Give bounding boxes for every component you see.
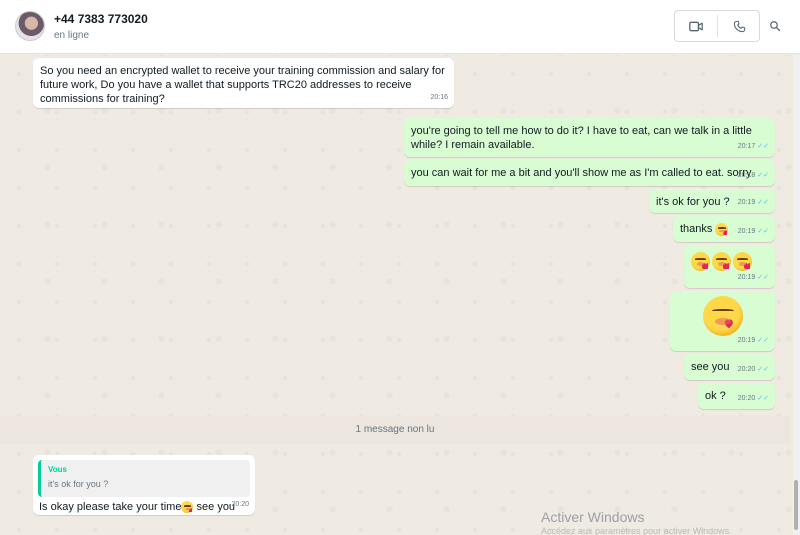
- message-time: 20:19: [737, 337, 756, 344]
- chat-header: +44 7383 773020 en ligne: [0, 0, 800, 54]
- message-text: So you need an encrypted wallet to recei…: [40, 65, 445, 105]
- search-icon: [770, 21, 781, 32]
- double-check-icon: ✓✓: [757, 143, 769, 150]
- message-bubble-outgoing[interactable]: it's ok for you ? 20:19 ✓✓: [649, 189, 775, 213]
- emoji-row: [691, 252, 752, 271]
- message-time: 20:20: [737, 395, 756, 402]
- kiss-emoji-icon: [703, 296, 743, 336]
- message-bubble-outgoing[interactable]: thanks 20:19 ✓✓: [673, 216, 775, 242]
- message-time: 20:20: [231, 501, 249, 508]
- double-check-icon: ✓✓: [757, 199, 769, 206]
- quote-author: Vous: [48, 465, 67, 474]
- message-text: thanks: [680, 223, 713, 235]
- call-button-group: [674, 10, 760, 42]
- contact-avatar[interactable]: [15, 11, 45, 41]
- message-meta: 20:20 ✓✓: [738, 363, 769, 377]
- message-meta: 20:19 ✓✓: [738, 196, 769, 210]
- unread-label: 1 message non lu: [355, 424, 435, 435]
- message-time: 20:19: [737, 228, 756, 235]
- message-meta: 20:20 ✓✓: [738, 392, 769, 406]
- message-bubble-outgoing[interactable]: you're going to tell me how to do it? I …: [404, 118, 775, 157]
- video-camera-icon: [689, 21, 703, 31]
- quoted-message[interactable]: Vous it's ok for you ?: [38, 460, 250, 497]
- message-bubble-incoming-reply[interactable]: Vous it's ok for you ? Is okay please ta…: [33, 455, 255, 515]
- message-meta: 20:18 ✓✓: [738, 169, 769, 183]
- message-text: Is okay please take your time: [39, 501, 182, 513]
- message-time: 20:20: [737, 366, 756, 373]
- video-call-button[interactable]: [675, 11, 717, 41]
- double-check-icon: ✓✓: [757, 337, 769, 344]
- kiss-emoji-icon: [715, 222, 729, 236]
- search-button[interactable]: [760, 10, 790, 42]
- message-text: you're going to tell me how to do it? I …: [411, 125, 752, 151]
- scrollbar-thumb[interactable]: [794, 480, 798, 530]
- kiss-emoji-icon: [712, 252, 731, 271]
- message-bubble-outgoing[interactable]: ok ? 20:20 ✓✓: [698, 383, 775, 409]
- message-bubble-outgoing[interactable]: 20:19 ✓✓: [684, 245, 775, 288]
- double-check-icon: ✓✓: [757, 366, 769, 373]
- message-time: 20:19: [737, 274, 756, 281]
- message-meta: 20:17 ✓✓: [738, 140, 769, 154]
- voice-call-button[interactable]: [718, 11, 760, 41]
- double-check-icon: ✓✓: [757, 172, 769, 179]
- message-text: you can wait for me a bit and you'll sho…: [411, 167, 752, 179]
- message-time: 20:16: [430, 94, 448, 101]
- windows-activation-subtitle: Accédez aux paramètres pour activer Wind…: [541, 526, 732, 535]
- message-time: 20:19: [737, 199, 756, 206]
- message-meta: 20:19 ✓✓: [738, 271, 769, 285]
- message-bubble-outgoing[interactable]: see you 20:20 ✓✓: [684, 354, 775, 380]
- double-check-icon: ✓✓: [757, 274, 769, 281]
- message-bubble-incoming[interactable]: So you need an encrypted wallet to recei…: [33, 58, 454, 108]
- message-meta: 20:19 ✓✓: [738, 334, 769, 348]
- double-check-icon: ✓✓: [757, 395, 769, 402]
- unread-separator: 1 message non lu: [0, 416, 790, 444]
- message-bubble-outgoing[interactable]: you can wait for me a bit and you'll sho…: [404, 160, 775, 186]
- kiss-emoji-icon: [733, 252, 752, 271]
- message-time: 20:18: [737, 172, 756, 179]
- contact-status: en ligne: [54, 30, 90, 41]
- kiss-emoji-icon: [691, 252, 710, 271]
- contact-name[interactable]: +44 7383 773020: [54, 12, 148, 26]
- phone-icon: [733, 20, 745, 32]
- quote-text: it's ok for you ?: [48, 479, 109, 489]
- message-text-end: see you: [193, 501, 236, 513]
- message-time: 20:17: [737, 143, 756, 150]
- kiss-emoji-icon: [181, 501, 194, 514]
- windows-activation-title: Activer Windows: [541, 509, 645, 525]
- chat-scrollbar[interactable]: [793, 55, 800, 535]
- message-meta: 20:19 ✓✓: [738, 225, 769, 239]
- reply-content: Is okay please take your time see you: [33, 497, 255, 514]
- message-bubble-outgoing[interactable]: 20:19 ✓✓: [670, 291, 775, 351]
- double-check-icon: ✓✓: [757, 228, 769, 235]
